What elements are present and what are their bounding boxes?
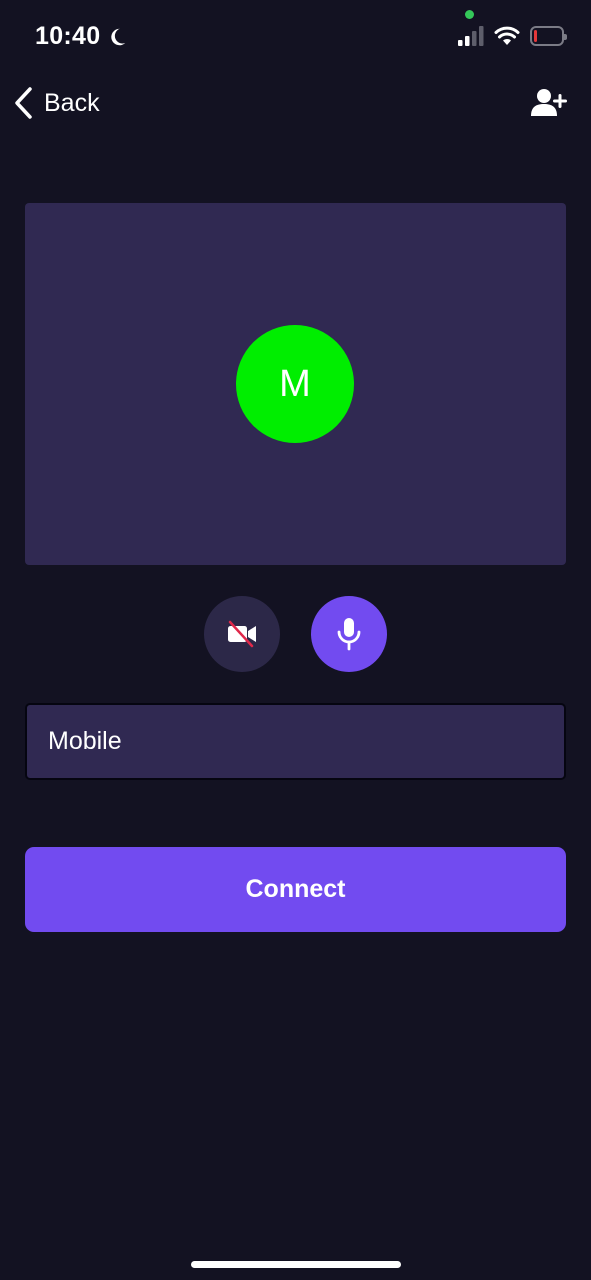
cellular-signal-icon [458, 26, 484, 46]
video-off-icon [228, 620, 256, 648]
connect-button[interactable]: Connect [25, 847, 566, 932]
status-time: 10:40 [35, 22, 128, 51]
toggle-video-button[interactable] [204, 596, 280, 672]
home-indicator [191, 1261, 401, 1268]
chevron-left-icon [15, 87, 32, 119]
back-button[interactable]: Back [12, 86, 100, 120]
toggle-microphone-button[interactable] [311, 596, 387, 672]
moon-icon [111, 28, 126, 45]
microphone-icon [337, 618, 361, 651]
battery-tip [564, 34, 567, 40]
display-name-input[interactable] [25, 703, 566, 780]
user-plus-icon [531, 89, 567, 116]
battery-icon [530, 26, 567, 46]
screen: 10:40 Back M Mobile Connect [0, 0, 591, 1280]
add-user-button[interactable] [531, 88, 567, 123]
battery-level-fill [534, 30, 537, 42]
wifi-icon [494, 26, 520, 45]
video-preview: M [25, 203, 566, 565]
back-label: Back [44, 88, 100, 117]
avatar-initial: M [279, 362, 311, 405]
privacy-indicator-dot [465, 10, 474, 19]
avatar: M [236, 325, 354, 443]
status-time-label: 10:40 [35, 22, 101, 50]
status-icons [458, 26, 567, 46]
